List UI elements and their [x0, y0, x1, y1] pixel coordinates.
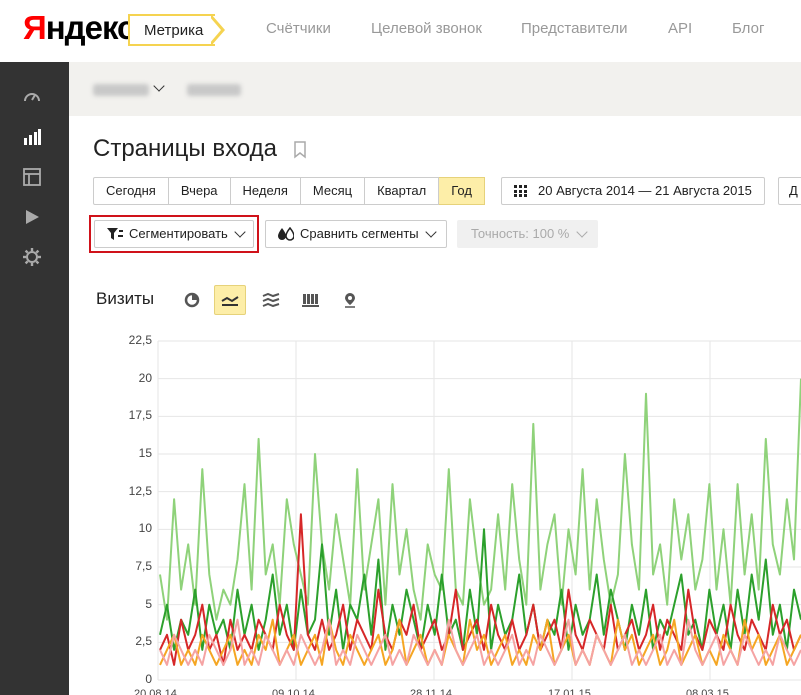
x-tick-label: 28.11.14	[410, 688, 453, 695]
x-tick-label: 20.08.14	[134, 688, 177, 695]
y-tick-label: 5	[145, 596, 152, 611]
y-tick-label: 2,5	[135, 634, 152, 649]
y-tick-label: 17,5	[128, 408, 152, 423]
x-tick-label: 17.01.15	[548, 688, 591, 695]
y-tick-label: 15	[138, 446, 152, 460]
app-window: Яндекс Метрика Счётчики Целевой звонок П…	[0, 0, 801, 695]
x-tick-label: 08.03.15	[686, 688, 729, 695]
visits-line-chart	[157, 340, 801, 681]
x-tick-label: 09.10.14	[272, 688, 315, 695]
y-tick-label: 7,5	[135, 559, 152, 573]
y-tick-label: 0	[145, 672, 152, 686]
y-tick-label: 20	[138, 370, 152, 385]
y-tick-label: 10	[138, 521, 152, 536]
y-tick-label: 22,5	[128, 333, 152, 347]
y-tick-label: 12,5	[128, 483, 152, 498]
